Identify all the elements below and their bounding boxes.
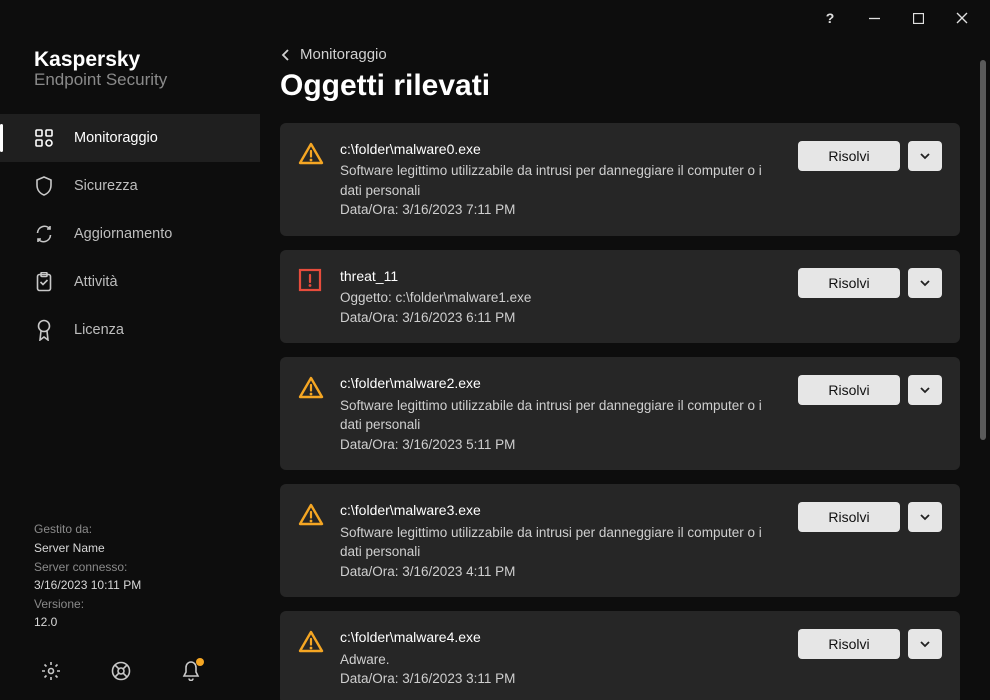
threat-body: c:\folder\malware2.exe Software legittim… xyxy=(340,373,782,454)
threat-actions: Risolvi xyxy=(798,502,942,532)
threat-datetime: Data/Ora: 3/16/2023 7:11 PM xyxy=(340,200,782,220)
chevron-down-icon xyxy=(919,279,931,287)
page-title: Oggetti rilevati xyxy=(280,69,964,103)
refresh-icon xyxy=(34,224,54,244)
brand: Kaspersky Endpoint Security xyxy=(0,48,260,114)
threat-description: Adware. xyxy=(340,650,782,670)
server-connected-label: Server connesso: xyxy=(34,558,226,577)
chevron-down-icon xyxy=(919,513,931,521)
warning-icon xyxy=(298,375,324,401)
threat-title: threat_11 xyxy=(340,266,782,286)
more-actions-button[interactable] xyxy=(908,502,942,532)
threat-card: c:\folder\malware4.exe Adware. Data/Ora:… xyxy=(280,611,960,700)
threat-datetime: Data/Ora: 3/16/2023 5:11 PM xyxy=(340,435,782,455)
threat-description: Software legittimo utilizzabile da intru… xyxy=(340,523,782,562)
maximize-button[interactable] xyxy=(898,4,938,32)
resolve-button[interactable]: Risolvi xyxy=(798,629,900,659)
scrollbar[interactable] xyxy=(980,60,986,660)
threat-title: c:\folder\malware2.exe xyxy=(340,373,782,393)
threat-title: c:\folder\malware3.exe xyxy=(340,500,782,520)
chevron-left-icon xyxy=(280,48,290,62)
titlebar: ? xyxy=(0,0,990,36)
support-icon[interactable] xyxy=(110,660,132,682)
managed-by-value: Server Name xyxy=(34,539,226,558)
server-connected-value: 3/16/2023 10:11 PM xyxy=(34,576,226,595)
notifications-icon[interactable] xyxy=(180,660,202,682)
threat-body: threat_11 Oggetto: c:\folder\malware1.ex… xyxy=(340,266,782,327)
threat-datetime: Data/Ora: 3/16/2023 6:11 PM xyxy=(340,308,782,328)
threat-description: Software legittimo utilizzabile da intru… xyxy=(340,161,782,200)
sidebar-item-update[interactable]: Aggiornamento xyxy=(0,210,260,258)
notification-dot xyxy=(196,658,204,666)
breadcrumb-label: Monitoraggio xyxy=(300,46,387,63)
threat-body: c:\folder\malware0.exe Software legittim… xyxy=(340,139,782,220)
threat-datetime: Data/Ora: 3/16/2023 4:11 PM xyxy=(340,562,782,582)
threat-body: c:\folder\malware3.exe Software legittim… xyxy=(340,500,782,581)
critical-icon xyxy=(298,268,324,294)
threat-description: Oggetto: c:\folder\malware1.exe xyxy=(340,288,782,308)
threat-datetime: Data/Ora: 3/16/2023 3:11 PM xyxy=(340,669,782,689)
sidebar-item-label: Sicurezza xyxy=(74,178,138,194)
sidebar-item-security[interactable]: Sicurezza xyxy=(0,162,260,210)
threat-actions: Risolvi xyxy=(798,141,942,171)
threat-actions: Risolvi xyxy=(798,268,942,298)
scrollbar-thumb[interactable] xyxy=(980,60,986,440)
brand-name: Kaspersky xyxy=(34,48,226,72)
badge-icon xyxy=(34,320,54,340)
sidebar-item-monitoring[interactable]: Monitoraggio xyxy=(0,114,260,162)
managed-by-label: Gestito da: xyxy=(34,520,226,539)
resolve-button[interactable]: Risolvi xyxy=(798,268,900,298)
more-actions-button[interactable] xyxy=(908,629,942,659)
main: Monitoraggio Oggetti rilevati c:\folder\… xyxy=(260,36,990,700)
warning-icon xyxy=(298,502,324,528)
warning-icon xyxy=(298,141,324,167)
threat-title: c:\folder\malware0.exe xyxy=(340,139,782,159)
settings-icon[interactable] xyxy=(40,660,62,682)
resolve-button[interactable]: Risolvi xyxy=(798,375,900,405)
version-label: Versione: xyxy=(34,595,226,614)
dashboard-icon xyxy=(34,128,54,148)
more-actions-button[interactable] xyxy=(908,375,942,405)
sidebar-item-label: Monitoraggio xyxy=(74,130,158,146)
brand-subtitle: Endpoint Security xyxy=(34,70,226,90)
threat-body: c:\folder\malware4.exe Adware. Data/Ora:… xyxy=(340,627,782,688)
threat-list: c:\folder\malware0.exe Software legittim… xyxy=(280,123,964,700)
sidebar-item-label: Licenza xyxy=(74,322,124,338)
close-button[interactable] xyxy=(942,4,982,32)
chevron-down-icon xyxy=(919,640,931,648)
threat-card: c:\folder\malware0.exe Software legittim… xyxy=(280,123,960,236)
nav: Monitoraggio Sicurezza xyxy=(0,114,260,354)
threat-card: c:\folder\malware2.exe Software legittim… xyxy=(280,357,960,470)
resolve-button[interactable]: Risolvi xyxy=(798,502,900,532)
clipboard-icon xyxy=(34,272,54,292)
more-actions-button[interactable] xyxy=(908,141,942,171)
sidebar-bottom-icons xyxy=(0,650,260,700)
chevron-down-icon xyxy=(919,386,931,394)
breadcrumb[interactable]: Monitoraggio xyxy=(280,46,964,63)
sidebar-item-label: Aggiornamento xyxy=(74,226,172,242)
threat-card: c:\folder\malware3.exe Software legittim… xyxy=(280,484,960,597)
threat-actions: Risolvi xyxy=(798,375,942,405)
threat-card: threat_11 Oggetto: c:\folder\malware1.ex… xyxy=(280,250,960,343)
minimize-button[interactable] xyxy=(854,4,894,32)
threat-title: c:\folder\malware4.exe xyxy=(340,627,782,647)
sidebar-item-license[interactable]: Licenza xyxy=(0,306,260,354)
sidebar-item-tasks[interactable]: Attività xyxy=(0,258,260,306)
sidebar-item-label: Attività xyxy=(74,274,118,290)
more-actions-button[interactable] xyxy=(908,268,942,298)
help-button[interactable]: ? xyxy=(810,4,850,32)
warning-icon xyxy=(298,629,324,655)
threat-actions: Risolvi xyxy=(798,629,942,659)
resolve-button[interactable]: Risolvi xyxy=(798,141,900,171)
threat-description: Software legittimo utilizzabile da intru… xyxy=(340,396,782,435)
shield-icon xyxy=(34,176,54,196)
chevron-down-icon xyxy=(919,152,931,160)
sidebar: Kaspersky Endpoint Security Monitoraggio xyxy=(0,36,260,700)
sidebar-footer-meta: Gestito da: Server Name Server connesso:… xyxy=(0,520,260,650)
version-value: 12.0 xyxy=(34,613,226,632)
